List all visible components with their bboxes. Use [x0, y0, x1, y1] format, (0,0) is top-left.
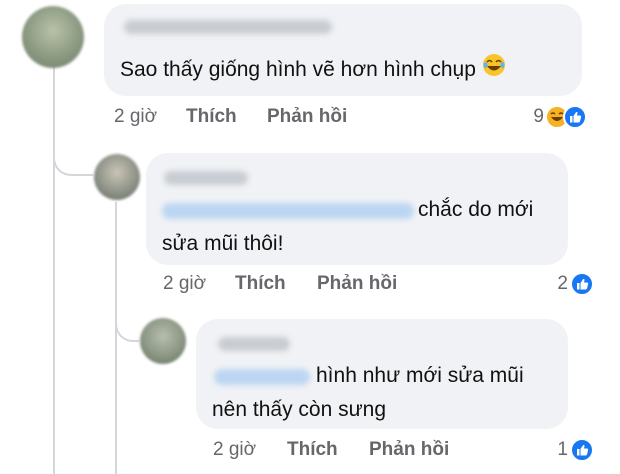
reply-button[interactable]: Phản hồi: [267, 106, 347, 128]
like-button[interactable]: Thích: [235, 273, 286, 295]
comment-actions: 2 giờ Thích Phản hồi: [114, 106, 374, 130]
like-reaction-icon: [563, 105, 587, 129]
like-button[interactable]: Thích: [186, 106, 237, 128]
comment-text-line-1: chắc do mới: [418, 198, 534, 221]
reaction-count: 2: [557, 273, 568, 294]
avatar[interactable]: [94, 154, 140, 200]
mention-tag-redacted[interactable]: [162, 203, 414, 219]
comment-text-line-2: sửa mũi thôi!: [162, 232, 284, 255]
thread-connector-reply-1: [53, 118, 93, 176]
timestamp[interactable]: 2 giờ: [213, 439, 256, 461]
reaction-summary[interactable]: 1: [548, 437, 604, 463]
reply-button[interactable]: Phản hồi: [369, 439, 449, 461]
comment-text-line-1: hình như mới sửa mũi: [316, 364, 524, 387]
comment-actions: 2 giờ Thích Phản hồi: [163, 273, 423, 297]
author-name-redacted[interactable]: [124, 20, 332, 34]
comment-text: Sao thấy giống hình vẽ hơn hình chụp: [120, 53, 506, 88]
comment-actions: 2 giờ Thích Phản hồi: [213, 439, 473, 463]
avatar[interactable]: [22, 6, 84, 68]
like-reaction-icon: [570, 272, 594, 296]
thread-connector-reply-2: [115, 298, 139, 342]
reaction-count: 1: [557, 439, 568, 460]
reaction-summary[interactable]: 9: [520, 104, 604, 130]
like-button[interactable]: Thích: [287, 439, 338, 461]
comment-text-line-2: nên thấy còn sưng: [212, 398, 387, 421]
avatar[interactable]: [140, 318, 186, 364]
like-reaction-icon: [570, 438, 594, 462]
laughing-crying-emoji-icon: [482, 53, 506, 88]
comment-bubble: chắc do mới sửa mũi thôi!: [146, 153, 568, 265]
mention-tag-redacted[interactable]: [214, 369, 310, 385]
thread-line-reply: [115, 202, 117, 474]
reaction-summary[interactable]: 2: [548, 271, 604, 297]
comment-bubble: Sao thấy giống hình vẽ hơn hình chụp: [104, 4, 582, 96]
timestamp[interactable]: 2 giờ: [163, 273, 206, 295]
comment-bubble: hình như mới sửa mũi nên thấy còn sưng: [196, 319, 568, 429]
author-name-redacted[interactable]: [218, 337, 290, 351]
timestamp[interactable]: 2 giờ: [114, 106, 157, 128]
reaction-count: 9: [533, 106, 544, 127]
reply-button[interactable]: Phản hồi: [317, 273, 397, 295]
author-name-redacted[interactable]: [164, 171, 248, 185]
